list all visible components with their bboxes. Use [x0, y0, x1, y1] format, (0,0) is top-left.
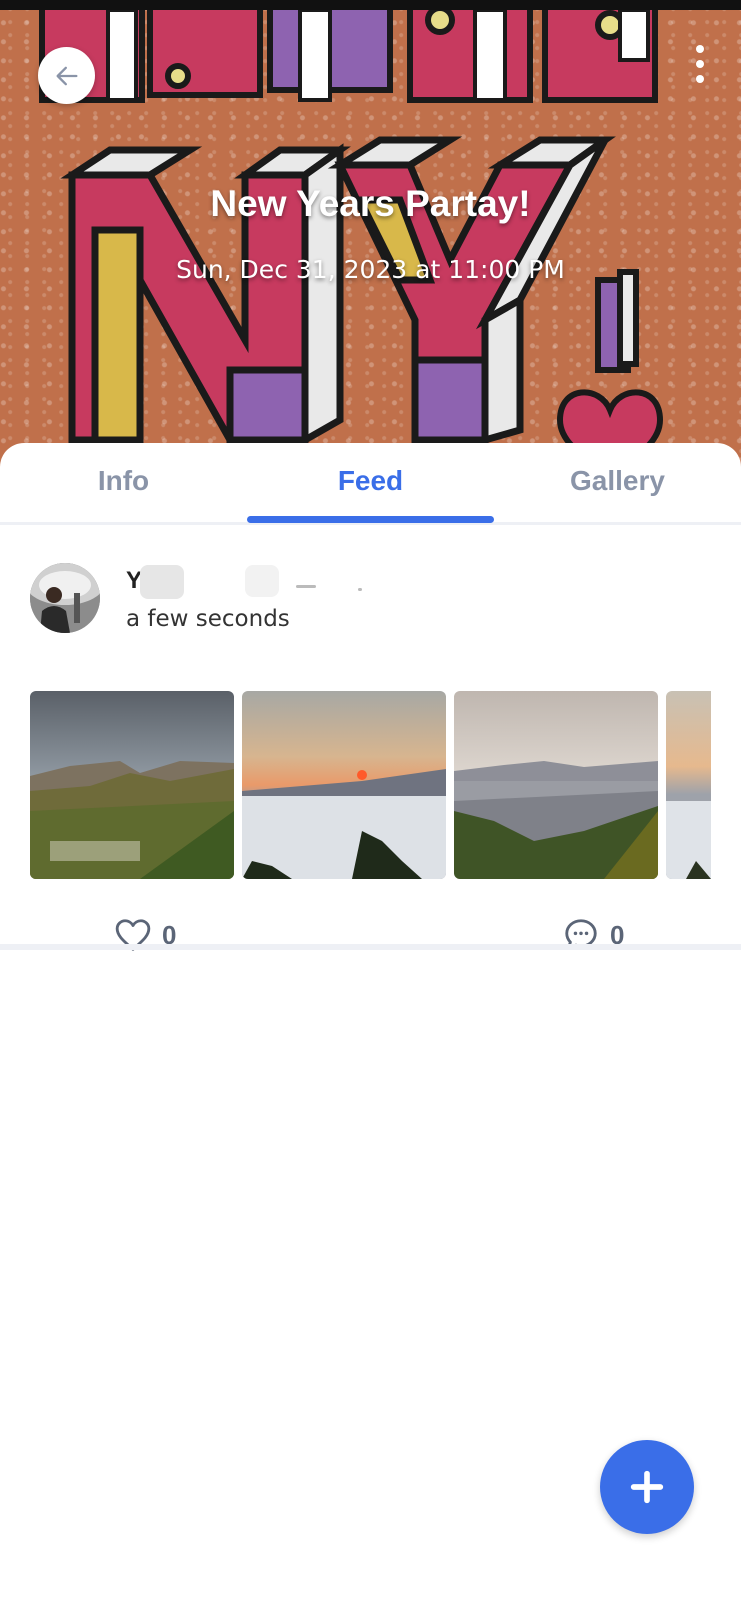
city-valley-photo: [454, 691, 658, 879]
sea-of-clouds-photo: [666, 691, 711, 879]
status-bar: [0, 0, 741, 10]
sunrise-photo: [242, 691, 446, 879]
more-vertical-icon-dot: [696, 75, 704, 83]
feed-post: Y a few seconds 0 0: [0, 525, 741, 951]
more-vertical-icon: [696, 45, 704, 53]
tab-bar: Info Feed Gallery: [0, 443, 741, 525]
redacted-name-mark: [296, 585, 316, 588]
redacted-name-mark: [358, 588, 362, 591]
redacted-name-block: [140, 565, 184, 599]
active-tab-indicator: [247, 516, 494, 523]
event-date: Sun, Dec 31, 2023 at 11:00 PM: [176, 255, 565, 284]
post-divider: [0, 944, 741, 950]
post-timestamp: a few seconds: [126, 606, 290, 632]
arrow-left-icon: [56, 66, 78, 85]
event-cover-image: New Years Partay! Sun, Dec 31, 2023 at 1…: [0, 0, 741, 470]
back-button[interactable]: [38, 47, 95, 104]
tab-gallery[interactable]: Gallery: [494, 465, 741, 509]
avatar-image: [30, 563, 100, 633]
tab-feed[interactable]: Feed: [247, 465, 494, 509]
event-screen: New Years Partay! Sun, Dec 31, 2023 at 1…: [0, 0, 741, 1599]
post-photo[interactable]: [666, 691, 711, 879]
happy-ny-artwork: [39, 0, 664, 470]
tab-info[interactable]: Info: [0, 465, 247, 509]
post-photo[interactable]: [30, 691, 234, 879]
post-photo-carousel[interactable]: [30, 691, 711, 881]
redacted-name-block: [245, 565, 279, 597]
post-photo[interactable]: [454, 691, 658, 879]
post-photo[interactable]: [242, 691, 446, 879]
event-title: New Years Partay!: [210, 183, 531, 224]
plus-icon: [630, 1470, 664, 1504]
add-post-button[interactable]: [600, 1440, 694, 1534]
mountain-village-photo: [30, 691, 234, 879]
event-content-sheet: Info Feed Gallery Y a few seconds 0 0: [0, 443, 741, 1599]
avatar[interactable]: [30, 563, 100, 633]
more-vertical-icon-dot: [696, 60, 704, 68]
more-options-button[interactable]: [686, 40, 714, 88]
